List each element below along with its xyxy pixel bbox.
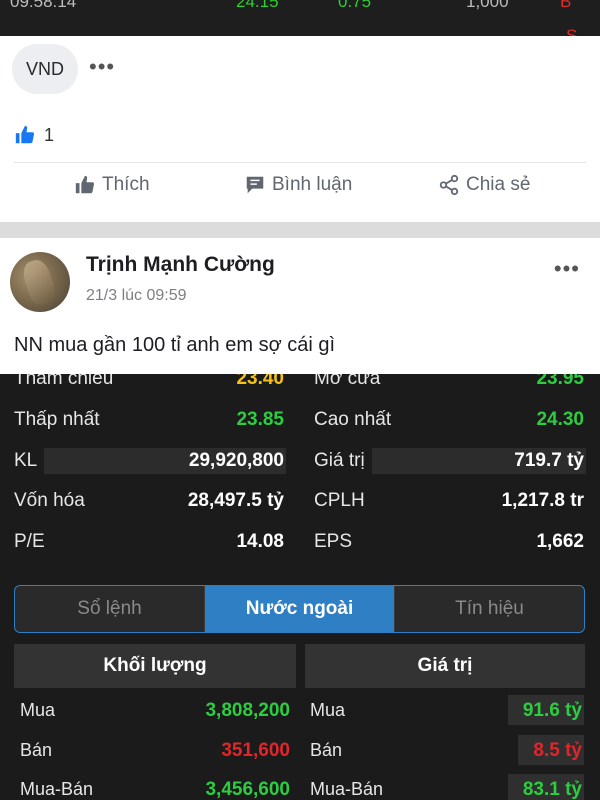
trade-change: 0.75 [338, 0, 372, 11]
net-volume: 3,456,600 [205, 779, 290, 800]
post-timestamp[interactable]: 21/3 lúc 09:59 [86, 287, 187, 305]
post-card: Trịnh Mạnh Cường 21/3 lúc 09:59 ••• NN m… [0, 238, 600, 374]
more-dots-icon[interactable]: ••• [89, 56, 115, 78]
thumbs-up-icon [75, 175, 95, 194]
like-label: Thích [102, 174, 150, 195]
comment-bubble-icon [246, 176, 264, 194]
vnd-tag-pill[interactable]: VND [12, 44, 78, 94]
stat-label-low: Thấp nhất [14, 409, 100, 430]
trade-side: B [560, 0, 572, 11]
net-value: 83.1 tỷ [522, 779, 582, 800]
row-label-net-value: Mua-Bán [310, 779, 384, 799]
stock-tabs: Sổ lệnh Nước ngoài Tín hiệu [14, 585, 585, 633]
stat-label-value: Giá trị [314, 450, 365, 471]
comment-label: Bình luận [272, 174, 353, 195]
comment-button[interactable]: Bình luận [244, 174, 352, 196]
sell-value: 8.5 tỷ [533, 740, 582, 761]
stat-label-eps: EPS [314, 531, 353, 552]
tab-order-book[interactable]: Sổ lệnh [15, 586, 205, 632]
buy-value: 91.6 tỷ [522, 700, 582, 721]
like-button[interactable]: Thích [74, 174, 150, 196]
share-icon [439, 174, 459, 196]
row-label-sell-value: Bán [310, 740, 343, 760]
thumbs-up-badge-icon [15, 125, 35, 144]
column-header-value: Giá trị [305, 644, 585, 688]
trade-side-row2: S [566, 26, 578, 36]
stat-label-pe: P/E [14, 531, 45, 552]
stat-value-shares-outstanding: 1,217.8 tr [501, 490, 584, 511]
trade-volume: 1,000 [466, 0, 509, 11]
post-action-bar: Thích Bình luận Chia sẻ [0, 174, 600, 210]
stat-value-open: 23.95 [536, 374, 584, 389]
previous-post-footer: VND ••• 1 Thích Bình luận Chia sẻ [0, 36, 600, 222]
stat-value-market-cap: 28,497.5 tỷ [187, 490, 284, 511]
divider [14, 162, 586, 163]
avatar[interactable] [10, 252, 70, 312]
sell-volume: 351,600 [221, 740, 290, 761]
stat-value-reference: 23.40 [236, 374, 284, 389]
stat-value-low: 23.85 [236, 409, 284, 430]
stat-label-high: Cao nhất [314, 409, 392, 430]
like-count: 1 [44, 124, 55, 145]
more-dots-icon[interactable]: ••• [554, 258, 580, 280]
reaction-summary[interactable]: 1 [14, 124, 54, 146]
post-text: NN mua gần 100 tỉ anh em sợ cái gì [14, 334, 336, 356]
stock-screenshot-image: Tham chiếu 23.40 Mở cửa 23.95 Thấp nhất … [0, 374, 600, 800]
stock-table-top-crop: 09:58:14 24.15 0.75 1,000 B S [0, 0, 600, 36]
trade-time: 09:58:14 [10, 0, 77, 11]
stat-label-shares-outstanding: CPLH [314, 490, 365, 511]
stat-value-value: 719.7 tỷ [514, 450, 584, 471]
stat-value-volume: 29,920,800 [188, 450, 284, 471]
row-label-buy-value: Mua [310, 700, 346, 720]
row-label-net: Mua-Bán [20, 779, 94, 799]
tab-signals[interactable]: Tín hiệu [395, 586, 584, 632]
column-header-volume: Khối lượng [14, 644, 296, 688]
stat-label-volume: KL [14, 450, 38, 471]
row-label-buy: Mua [20, 700, 56, 720]
stat-label-market-cap: Vốn hóa [14, 490, 85, 511]
share-label: Chia sẻ [466, 174, 531, 195]
buy-volume: 3,808,200 [205, 700, 290, 721]
stat-value-pe: 14.08 [236, 531, 284, 552]
author-name[interactable]: Trịnh Mạnh Cường [86, 253, 275, 277]
row-label-sell: Bán [20, 740, 53, 760]
stat-value-eps: 1,662 [536, 531, 584, 552]
tab-foreign[interactable]: Nước ngoài [205, 586, 395, 632]
stat-value-high: 24.30 [536, 409, 584, 430]
stat-label-open: Mở cửa [314, 374, 381, 389]
post-separator [0, 222, 600, 238]
share-button[interactable]: Chia sẻ [438, 174, 530, 196]
trade-price: 24.15 [236, 0, 279, 11]
stat-label-reference: Tham chiếu [14, 374, 114, 389]
